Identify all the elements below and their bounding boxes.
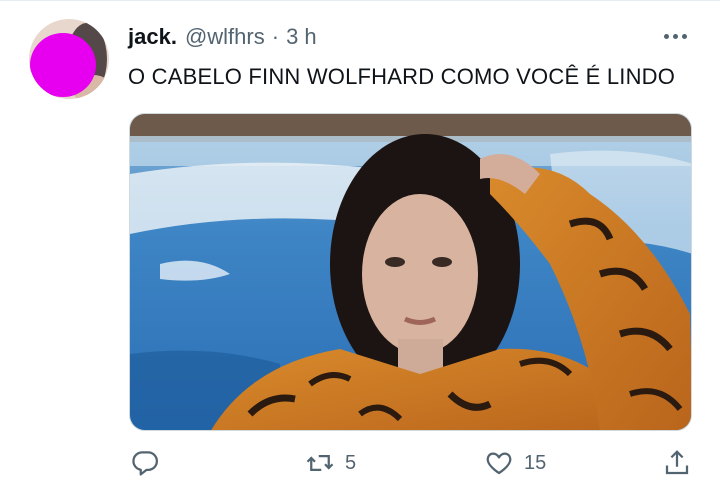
avatar-redaction: [30, 33, 96, 97]
more-dot: [664, 34, 669, 39]
photo-illustration: [130, 114, 691, 430]
more-dot: [682, 34, 687, 39]
tweet-photo[interactable]: [129, 113, 692, 431]
retweet-count: 5: [345, 451, 357, 474]
share-button[interactable]: [662, 448, 692, 478]
heart-icon: [486, 452, 512, 475]
timestamp[interactable]: 3 h: [286, 24, 317, 50]
user-handle[interactable]: @wlfhrs: [185, 24, 265, 50]
more-options-icon[interactable]: [664, 34, 687, 39]
tweet-actions: 5 15: [0, 448, 720, 488]
top-divider: [0, 0, 720, 1]
more-dot: [673, 34, 678, 39]
reply-icon: [132, 451, 158, 476]
avatar[interactable]: [29, 19, 109, 99]
separator-dot: ·: [271, 24, 280, 49]
reply-button[interactable]: [130, 448, 160, 478]
like-count: 15: [524, 451, 547, 474]
tweet-header: jack. @wlfhrs · 3 h: [128, 24, 317, 52]
share-icon: [665, 450, 689, 475]
retweet-button[interactable]: 5: [305, 448, 356, 478]
retweet-icon: [306, 455, 334, 471]
tweet-text: O CABELO FINN WOLFHARD COMO VOCÊ É LINDO: [128, 64, 676, 89]
display-name[interactable]: jack.: [128, 24, 177, 50]
like-button[interactable]: 15: [484, 448, 546, 478]
